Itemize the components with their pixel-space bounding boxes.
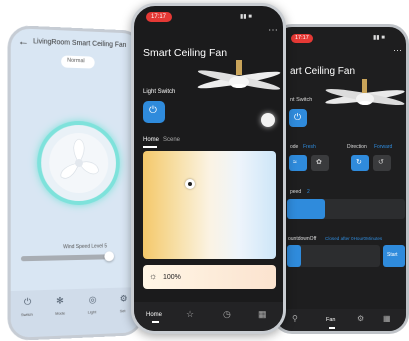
phone-center: 17:17 ▮▮ ■ ⋯ Smart Ceiling Fan Light Swi…	[131, 3, 286, 334]
grid-icon[interactable]: ▦	[258, 310, 267, 319]
countdown-fill	[287, 245, 301, 267]
status-time-pill: 17:17	[291, 34, 313, 43]
leaf-icon: ✿	[316, 159, 322, 166]
nav-grid-icon[interactable]: ▦	[383, 315, 391, 323]
brightness-value: 100%	[163, 274, 181, 281]
speed-label: peed	[290, 189, 302, 195]
light-power-button[interactable]: ⏻	[143, 101, 165, 123]
fan-image	[197, 60, 281, 90]
slider-handle[interactable]	[104, 251, 115, 262]
speed-fill	[287, 199, 325, 219]
nav-switch[interactable]: ⏻ Switch	[19, 294, 41, 318]
speed-slider[interactable]	[287, 199, 405, 219]
brightness-bar[interactable]: ☼ 100%	[143, 265, 276, 289]
tab-scene[interactable]: Scene	[163, 137, 180, 143]
direction-reverse[interactable]: ↺	[373, 155, 391, 171]
light-toggle[interactable]	[261, 113, 275, 127]
power-icon: ⏻	[23, 296, 32, 307]
direction-label: Direction	[347, 144, 367, 150]
active-indicator	[329, 327, 335, 329]
bottom-nav: Home ☆ ◷ ▦	[134, 302, 283, 331]
bottom-nav: ⚲ Fan ⚙ ▦	[275, 309, 406, 331]
mode-badge: Normal	[61, 55, 95, 69]
phone-left: ← LivingRoom Smart Ceiling Fan Normal Wi…	[7, 24, 144, 341]
rotate-ccw-icon: ↺	[378, 159, 384, 166]
settings-icon: ⚙	[119, 293, 128, 304]
nav-home-icon[interactable]: ⚲	[292, 315, 298, 323]
wind-icon: ≈	[293, 159, 297, 166]
direction-value: Forward	[374, 144, 393, 150]
nav-light-icon[interactable]: ⚙	[357, 315, 364, 323]
more-menu-icon[interactable]: ⋯	[393, 46, 402, 55]
countdown-label: ountdownOff	[288, 236, 317, 242]
wind-speed-slider[interactable]	[20, 251, 115, 262]
fan-image	[325, 79, 405, 105]
start-button[interactable]: Start	[383, 245, 405, 267]
rotate-cw-icon: ↻	[356, 159, 362, 166]
nav-mode[interactable]: ✻ Mode	[51, 293, 73, 316]
fan-ring	[37, 120, 120, 206]
signal-icons: ▮▮ ■	[373, 35, 385, 41]
clock-icon[interactable]: ◷	[223, 310, 231, 319]
light-switch-label: Light Switch	[143, 89, 176, 95]
more-menu-icon[interactable]: ⋯	[268, 26, 278, 36]
mode-option-1[interactable]: ≈	[289, 155, 307, 171]
nav-light[interactable]: ◎ Light	[83, 292, 104, 315]
device-title: LivingRoom Smart Ceiling Fan	[33, 38, 127, 49]
power-icon: ⏻	[294, 112, 302, 122]
countdown-value: Closed after 0Hour0Minutes	[325, 236, 383, 241]
bulb-icon: ◎	[88, 294, 97, 305]
active-indicator	[152, 321, 159, 323]
speed-value: 2	[307, 189, 310, 195]
picker-handle-dot	[188, 182, 192, 186]
nav-fan-label[interactable]: Fan	[326, 317, 335, 324]
star-icon[interactable]: ☆	[186, 310, 194, 319]
direction-forward[interactable]: ↻	[351, 155, 369, 171]
status-time-pill: 17:17	[146, 12, 172, 22]
back-arrow-icon[interactable]: ←	[18, 35, 29, 48]
phone-right: 17:17 ▮▮ ■ ⋯ art Ceiling Fan nt Switch ⏻…	[272, 24, 409, 334]
mode-value: Fresh	[303, 144, 316, 150]
picker-handle[interactable]	[185, 179, 195, 189]
nav-home-label[interactable]: Home	[146, 312, 162, 318]
mode-icon: ✻	[56, 295, 64, 306]
mode-option-2[interactable]: ✿	[311, 155, 329, 171]
tab-home-underline	[143, 146, 157, 148]
power-icon: ⏻	[149, 105, 157, 116]
color-temperature-picker[interactable]	[143, 151, 276, 259]
mode-label: ode	[290, 144, 299, 150]
power-button[interactable]: ⏻	[289, 109, 307, 127]
countdown-selector[interactable]	[287, 245, 380, 267]
tab-home[interactable]: Home	[143, 137, 159, 143]
signal-icons: ▮▮ ■	[240, 14, 252, 20]
wind-speed-label: Wind Speed Level 5	[63, 243, 108, 251]
fan-blades-icon	[49, 132, 109, 194]
switch-label: nt Switch	[290, 97, 313, 103]
sun-icon: ☼	[149, 271, 158, 281]
bottom-nav: ⏻ Switch ✻ Mode ◎ Light ⚙ Set	[10, 287, 141, 338]
